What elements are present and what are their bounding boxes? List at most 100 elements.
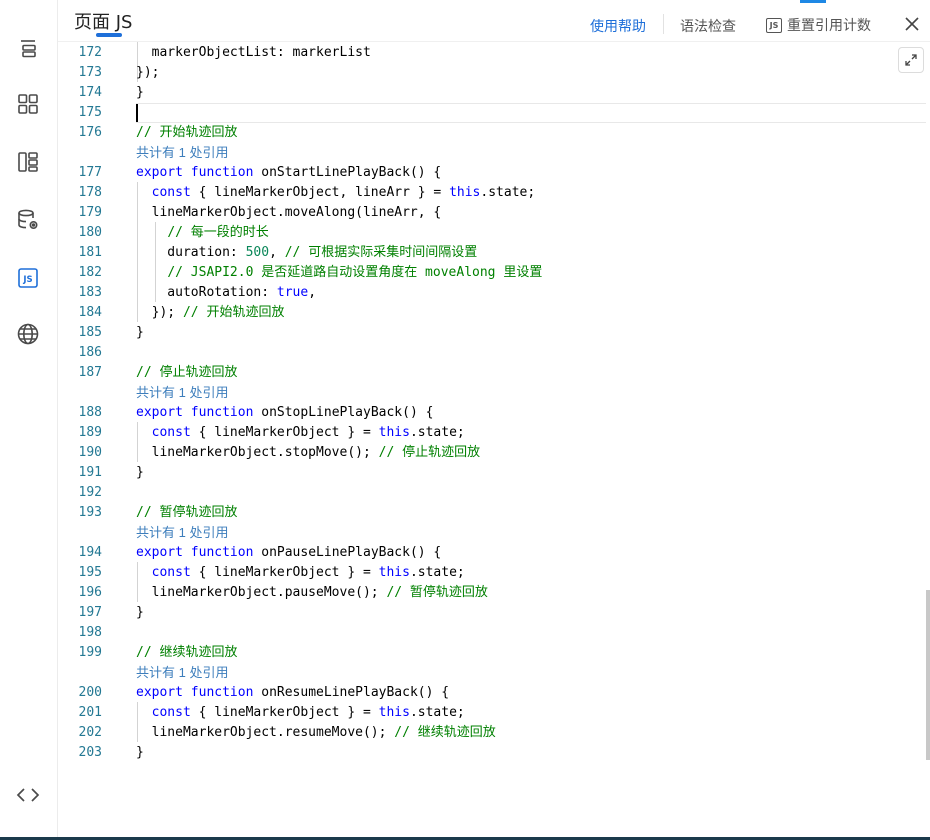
code-line: 190 lineMarkerObject.stopMove(); // 停止轨迹… [58,443,918,463]
code-text: // 每一段的时长 [136,223,268,243]
datasource-icon[interactable] [14,206,42,234]
code-keyword: export [136,405,183,420]
codelens-reference-count[interactable]: 共计有 1 处引用 [136,143,228,163]
line-number: 193 [78,505,102,520]
code-text: duration: 500, // 可根据实际采集时间间隔设置 [136,243,477,263]
line-number: 198 [78,625,102,640]
code-line: 183 autoRotation: true, [58,283,918,303]
line-number: 203 [78,745,102,760]
line-number: 179 [78,205,102,220]
js-icon[interactable]: JS [14,264,42,292]
code-text: const { lineMarkerObject, lineArr } = th… [136,183,536,203]
code-text: const { lineMarkerObject } = this.state; [136,423,465,443]
code-line: 186 [58,343,918,363]
code-line: 172 markerObjectList: markerList [58,43,918,63]
line-number: 201 [78,705,102,720]
code-line: 185} [58,323,918,343]
line-number: 185 [78,325,102,340]
code-text: lineMarkerObject.moveAlong(lineArr, { [136,203,442,223]
line-number: 180 [78,225,102,240]
code-token: .state; [409,425,465,440]
code-token: onResumeLinePlayBack() { [253,685,450,700]
line-number: 189 [78,425,102,440]
help-link[interactable]: 使用帮助 [590,16,646,36]
reset-reference-count-button[interactable]: JS 重置引用计数 [766,15,871,35]
code-text: lineMarkerObject.pauseMove(); // 暂停轨迹回放 [136,583,488,603]
line-number: 192 [78,485,102,500]
code-comment: // 可根据实际采集时间间隔设置 [284,245,478,260]
code-line: 191} [58,463,918,483]
close-icon[interactable] [902,14,922,34]
code-line: 187 // 停止轨迹回放 [58,363,918,383]
line-number: 200 [78,685,102,700]
code-keyword: const [151,185,191,200]
code-comment: // 暂停轨迹回放 [136,505,238,520]
codelens-reference-count[interactable]: 共计有 1 处引用 [136,383,228,403]
code-text: // JSAPI2.0 是否延道路自动设置角度在 moveAlong 里设置 [136,263,542,283]
code-token: }); [136,305,183,320]
code-token: lineMarkerObject.resumeMove(); [136,725,395,740]
code-comment: // 开始轨迹回放 [182,305,285,320]
code-text: } [136,83,144,103]
components-icon[interactable] [14,90,42,118]
code-keyword: this [378,425,410,440]
code-line: 174} [58,83,918,103]
code-line: 182 // JSAPI2.0 是否延道路自动设置角度在 moveAlong 里… [58,263,918,283]
line-number: 181 [78,245,102,260]
code-icon[interactable] [14,781,42,809]
code-line: 177 export function onStartLinePlayBack()… [58,163,918,183]
line-number: 186 [78,345,102,360]
vertical-scrollbar[interactable] [926,590,930,760]
codelens-reference-count[interactable]: 共计有 1 处引用 [136,523,228,543]
code-keyword: export [136,545,183,560]
code-token: lineMarkerObject.stopMove(); [136,445,379,460]
code-line: 189 const { lineMarkerObject } = this.st… [58,423,918,443]
line-number: 191 [78,465,102,480]
line-number: 188 [78,405,102,420]
layout-icon[interactable] [14,148,42,176]
line-number: 202 [78,725,102,740]
syntax-check-button[interactable]: 语法检查 [680,16,736,36]
line-number: 194 [78,545,102,560]
code-comment: // 停止轨迹回放 [136,365,238,380]
expand-icon [905,54,917,66]
code-comment: // 继续轨迹回放 [394,725,496,740]
code-token: duration: [136,245,246,260]
line-number: 176 [78,125,102,140]
line-number: 172 [78,45,102,60]
code-token: } [136,85,144,100]
line-number: 197 [78,605,102,620]
code-token: onStartLinePlayBack() { [253,165,442,180]
code-token: .state; [409,565,465,580]
code-text: lineMarkerObject.resumeMove(); // 继续轨迹回放 [136,723,496,743]
code-token: } [136,465,144,480]
code-keyword: this [378,705,410,720]
code-text: } [136,323,144,343]
globe-icon[interactable] [14,320,42,348]
codelens-reference-count[interactable]: 共计有 1 处引用 [136,663,228,683]
code-text: // 开始轨迹回放 [136,123,237,143]
code-token: lineMarkerObject.moveAlong(lineArr, { [136,205,442,220]
code-text: }); // 开始轨迹回放 [136,303,285,323]
code-line: 176 // 开始轨迹回放 [58,123,918,143]
expand-editor-button[interactable] [898,47,924,73]
outline-icon[interactable] [14,34,42,62]
code-editor[interactable]: 172 markerObjectList: markerList 173}); 17… [58,42,930,840]
line-number: 195 [78,565,102,580]
code-token: markerObjectList: markerList [136,45,371,60]
line-number: 183 [78,285,102,300]
js-small-icon: JS [766,17,782,33]
code-token: } [136,325,144,340]
panel-header: 页面 JS 使用帮助 语法检查 JS 重置引用计数 [58,0,930,42]
code-text: // 暂停轨迹回放 [136,503,237,523]
code-token: .state; [480,185,536,200]
code-keyword: this [449,185,481,200]
code-text: }); [136,63,159,83]
code-text: lineMarkerObject.stopMove(); // 停止轨迹回放 [136,443,480,463]
code-keyword: export [136,685,183,700]
